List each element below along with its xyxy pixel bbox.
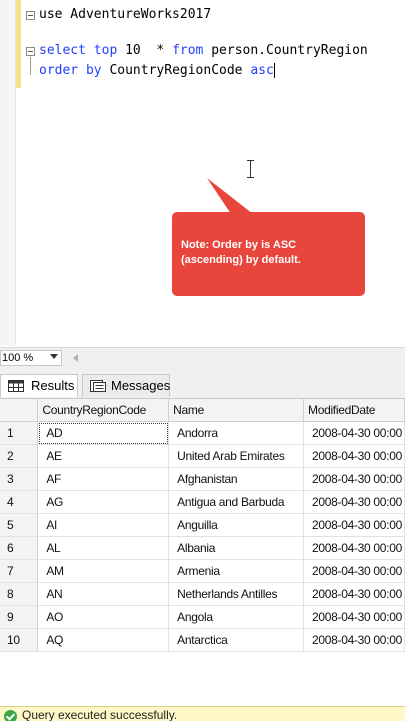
header-row: CountryRegionCode Name ModifiedDate	[0, 399, 405, 422]
sql-keyword: from	[172, 43, 204, 58]
table-row[interactable]: 9 AO Angola 2008-04-30 00:00	[0, 605, 405, 629]
row-number[interactable]: 9	[0, 605, 39, 629]
changed-lines-marker	[16, 0, 21, 88]
status-bar: Query executed successfully.	[0, 706, 405, 721]
cell-country-region-code[interactable]: AL	[37, 536, 170, 560]
table-row[interactable]: 5 AI Anguilla 2008-04-30 00:00	[0, 513, 405, 537]
row-number[interactable]: 8	[0, 582, 39, 606]
table-row[interactable]: 7 AM Armenia 2008-04-30 00:00	[0, 559, 405, 583]
editor-gutter	[0, 0, 16, 346]
status-text: Query executed successfully.	[22, 708, 178, 721]
results-grid[interactable]: CountryRegionCode Name ModifiedDate 1 AD A…	[0, 399, 405, 699]
cell-modified-date[interactable]: 2008-04-30 00:00	[303, 421, 405, 445]
row-number[interactable]: 7	[0, 559, 39, 583]
code-line-3[interactable]: order by CountryRegionCode asc	[39, 61, 275, 81]
cell-modified-date[interactable]: 2008-04-30 00:00	[303, 536, 405, 560]
text-caret	[273, 63, 275, 78]
sql-keyword: select	[39, 43, 86, 58]
cell-name[interactable]: Andorra	[168, 421, 304, 445]
code-line-2[interactable]: select top 10 * from person.CountryRegio…	[39, 41, 368, 61]
note-callout-text: Note: Order by is ASC (ascending) by def…	[181, 239, 301, 266]
scroll-left-icon[interactable]	[73, 354, 78, 362]
cell-country-region-code[interactable]: AI	[37, 513, 170, 537]
cell-name[interactable]: United Arab Emirates	[168, 444, 304, 468]
tab-messages-label: Messages	[111, 378, 171, 393]
collapse-toggle-icon[interactable]	[26, 47, 35, 56]
column-header[interactable]: CountryRegionCode	[37, 399, 170, 422]
cell-modified-date[interactable]: 2008-04-30 00:00	[303, 628, 405, 652]
cell-modified-date[interactable]: 2008-04-30 00:00	[303, 582, 405, 606]
row-number-header[interactable]	[0, 399, 39, 422]
zoom-select[interactable]: 100 %	[0, 350, 62, 366]
cell-name[interactable]: Armenia	[168, 559, 304, 583]
cell-country-region-code[interactable]: AG	[37, 490, 170, 514]
column-header[interactable]: ModifiedDate	[303, 399, 405, 422]
code-token: 10 *	[117, 43, 173, 58]
row-number[interactable]: 10	[0, 628, 39, 652]
row-number[interactable]: 1	[0, 421, 39, 445]
cell-name[interactable]: Antigua and Barbuda	[168, 490, 304, 514]
sql-keyword: asc	[250, 63, 274, 78]
tab-messages[interactable]: Messages	[82, 374, 170, 397]
cell-modified-date[interactable]: 2008-04-30 00:00	[303, 444, 405, 468]
cell-modified-date[interactable]: 2008-04-30 00:00	[303, 559, 405, 583]
cell-country-region-code[interactable]: AQ	[37, 628, 170, 652]
results-table: CountryRegionCode Name ModifiedDate 1 AD A…	[0, 399, 405, 652]
tab-results-label: Results	[31, 378, 75, 393]
success-check-icon	[4, 710, 17, 721]
cell-modified-date[interactable]: 2008-04-30 00:00	[303, 513, 405, 537]
row-number[interactable]: 6	[0, 536, 39, 560]
cell-country-region-code[interactable]: AN	[37, 582, 170, 606]
cell-name[interactable]: Antarctica	[168, 628, 304, 652]
sql-keyword: order by	[39, 63, 102, 78]
table-row[interactable]: 3 AF Afghanistan 2008-04-30 00:00	[0, 467, 405, 491]
collapse-toggle-icon[interactable]	[26, 11, 35, 20]
table-row[interactable]: 4 AG Antigua and Barbuda 2008-04-30 00:00	[0, 490, 405, 514]
code-token: use AdventureWorks2017	[39, 7, 212, 22]
tab-results[interactable]: Results	[0, 374, 78, 397]
cell-country-region-code[interactable]: AM	[37, 559, 170, 583]
cell-country-region-code[interactable]: AO	[37, 605, 170, 629]
callout-pointer	[207, 178, 253, 214]
messages-icon	[90, 380, 106, 392]
table-row[interactable]: 2 AE United Arab Emirates 2008-04-30 00:00	[0, 444, 405, 468]
cell-country-region-code[interactable]: AE	[37, 444, 170, 468]
cell-modified-date[interactable]: 2008-04-30 00:00	[303, 490, 405, 514]
results-tab-strip: Results Messages	[0, 370, 405, 399]
cell-name[interactable]: Angola	[168, 605, 304, 629]
sql-keyword: top	[93, 43, 118, 58]
code-token: person.CountryRegion	[203, 43, 368, 58]
cell-modified-date[interactable]: 2008-04-30 00:00	[303, 605, 405, 629]
outline-guide	[30, 57, 31, 75]
row-number[interactable]: 3	[0, 467, 39, 491]
code-line-1[interactable]: use AdventureWorks2017	[39, 5, 211, 25]
cell-country-region-code[interactable]: AD	[37, 421, 170, 445]
cell-modified-date[interactable]: 2008-04-30 00:00	[303, 467, 405, 491]
table-row[interactable]: 6 AL Albania 2008-04-30 00:00	[0, 536, 405, 560]
grid-icon	[8, 380, 24, 392]
column-header[interactable]: Name	[168, 399, 304, 422]
table-row[interactable]: 10 AQ Antarctica 2008-04-30 00:00	[0, 628, 405, 652]
zoom-bar: 100 %	[0, 347, 405, 371]
table-row[interactable]: 8 AN Netherlands Antilles 2008-04-30 00:00	[0, 582, 405, 606]
cell-name[interactable]: Netherlands Antilles	[168, 582, 304, 606]
chevron-down-icon[interactable]	[50, 354, 58, 359]
cell-country-region-code[interactable]: AF	[37, 467, 170, 491]
row-number[interactable]: 4	[0, 490, 39, 514]
row-number[interactable]: 2	[0, 444, 39, 468]
code-token: CountryRegionCode	[101, 63, 251, 78]
zoom-value: 100 %	[2, 352, 34, 364]
row-number[interactable]: 5	[0, 513, 39, 537]
cell-name[interactable]: Afghanistan	[168, 467, 304, 491]
cell-name[interactable]: Albania	[168, 536, 304, 560]
table-row[interactable]: 1 AD Andorra 2008-04-30 00:00	[0, 421, 405, 445]
cell-name[interactable]: Anguilla	[168, 513, 304, 537]
